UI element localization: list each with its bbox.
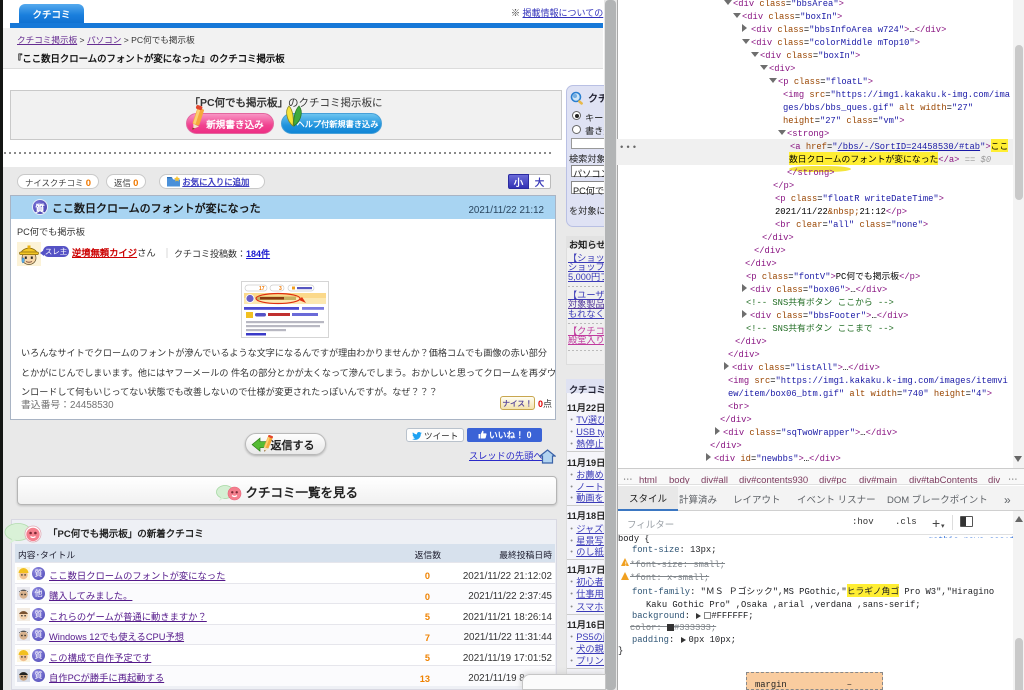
svg-text:17: 17 — [259, 285, 265, 292]
svg-text:3: 3 — [279, 285, 282, 292]
